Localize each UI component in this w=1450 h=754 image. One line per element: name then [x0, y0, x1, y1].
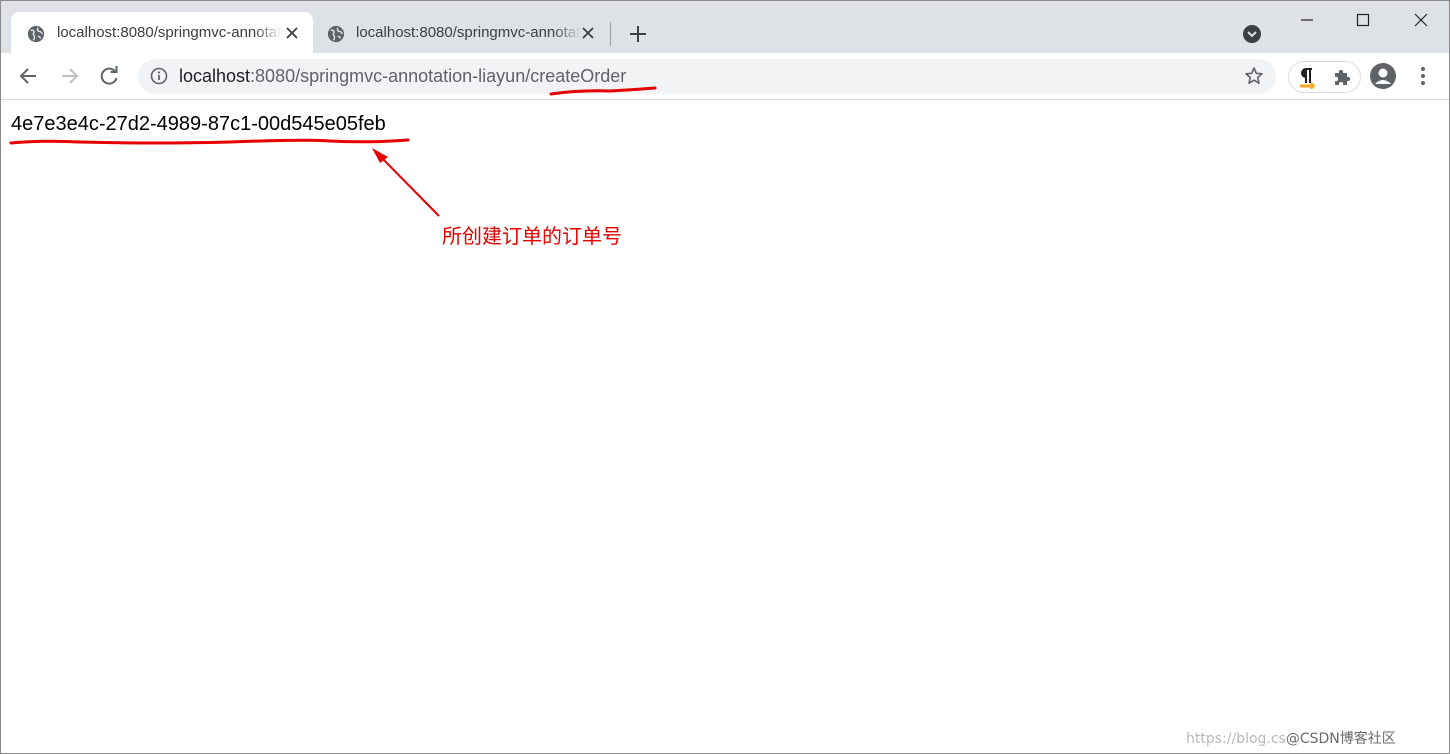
address-bar[interactable]: localhost:8080/springmvc-annotation-liay… — [138, 59, 1276, 94]
new-tab-icon[interactable] — [627, 23, 649, 45]
avatar-icon[interactable] — [1369, 62, 1397, 90]
watermark-dark: @CSDN博客社区 — [1285, 731, 1396, 747]
tab-strip: localhost:8080/springmvc-annotation-liay… — [1, 1, 1449, 54]
extensions-group — [1288, 61, 1361, 93]
page-content: 4e7e3e4c-27d2-4989-87c1-00d545e05feb — [1, 100, 1449, 752]
kebab-menu-icon[interactable] — [1413, 65, 1433, 87]
close-icon[interactable] — [581, 26, 595, 40]
tab-title: localhost:8080/springmvc-annotation-liay… — [356, 24, 581, 41]
url-path: :8080/springmvc-annotation-liayun/create… — [250, 66, 627, 86]
pilcrow-extension-icon[interactable] — [1297, 67, 1317, 89]
window-close-icon[interactable] — [1409, 9, 1433, 31]
forward-arrow-icon[interactable] — [56, 63, 82, 89]
puzzle-icon[interactable] — [1332, 67, 1352, 87]
star-icon[interactable] — [1244, 66, 1264, 86]
url-host: localhost — [179, 66, 251, 86]
order-id-text: 4e7e3e4c-27d2-4989-87c1-00d545e05feb — [11, 113, 386, 135]
info-icon[interactable] — [150, 67, 168, 85]
tab-separator — [610, 22, 611, 46]
tab-title: localhost:8080/springmvc-annotation-liay… — [57, 24, 282, 41]
maximize-icon[interactable] — [1351, 9, 1375, 31]
url-text[interactable]: localhost:8080/springmvc-annotation-liay… — [179, 66, 626, 87]
minimize-icon[interactable] — [1295, 9, 1319, 31]
globe-icon — [327, 25, 345, 43]
reload-icon[interactable] — [96, 63, 122, 89]
watermark-light: https://blog.cs — [1186, 731, 1286, 747]
globe-icon — [27, 25, 45, 43]
watermark: https://blog.cs@CSDN博客社区 — [1186, 728, 1396, 748]
tab-active[interactable]: localhost:8080/springmvc-annotation-liay… — [11, 12, 313, 54]
tab-search-icon[interactable] — [1242, 24, 1262, 44]
back-arrow-icon[interactable] — [16, 63, 42, 89]
tab-inactive[interactable]: localhost:8080/springmvc-annotation-liay… — [313, 12, 609, 54]
close-icon[interactable] — [285, 26, 299, 40]
toolbar: localhost:8080/springmvc-annotation-liay… — [1, 53, 1449, 99]
annotation-label: 所创建订单的订单号 — [442, 224, 622, 248]
